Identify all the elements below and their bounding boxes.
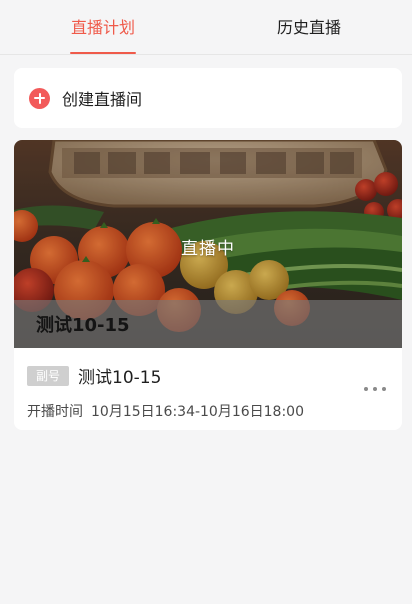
- tab-live-plan-label: 直播计划: [70, 18, 135, 37]
- start-time-value: 10月15日16:34-10月16日18:00: [91, 404, 305, 420]
- plus-circle-icon: [29, 87, 50, 109]
- live-title-row: 副号 测试10-15: [27, 363, 161, 388]
- tab-bar: 直播计划 历史直播: [0, 0, 412, 55]
- more-dot: [373, 387, 377, 391]
- tab-live-history-label: 历史直播: [276, 18, 341, 37]
- live-cover-image[interactable]: 直播中 测试10-15: [14, 140, 402, 348]
- create-live-room-label: 创建直播间: [62, 90, 143, 109]
- live-info: 副号 测试10-15 开播时间 10月15日16:34-10月16日18:00: [14, 348, 402, 430]
- more-dot: [382, 387, 386, 391]
- more-dot: [364, 387, 368, 391]
- more-dots-icon[interactable]: [364, 384, 386, 394]
- cover-title: 测试10-15: [36, 315, 130, 336]
- create-live-room-button[interactable]: 创建直播间: [14, 68, 402, 128]
- secondary-account-badge: 副号: [27, 365, 70, 386]
- live-time-row: 开播时间 10月15日16:34-10月16日18:00: [27, 401, 304, 421]
- start-time-label: 开播时间: [27, 404, 83, 420]
- cover-title-bar: 测试10-15: [14, 300, 402, 348]
- live-room-name: 测试10-15: [78, 368, 162, 388]
- tab-live-history[interactable]: 历史直播: [206, 0, 412, 54]
- tab-live-plan[interactable]: 直播计划: [0, 0, 206, 54]
- live-status-label: 直播中: [181, 239, 235, 259]
- live-room-card[interactable]: 直播中 测试10-15 副号 测试10-15 开播时间 10月15日16:34-…: [14, 140, 402, 430]
